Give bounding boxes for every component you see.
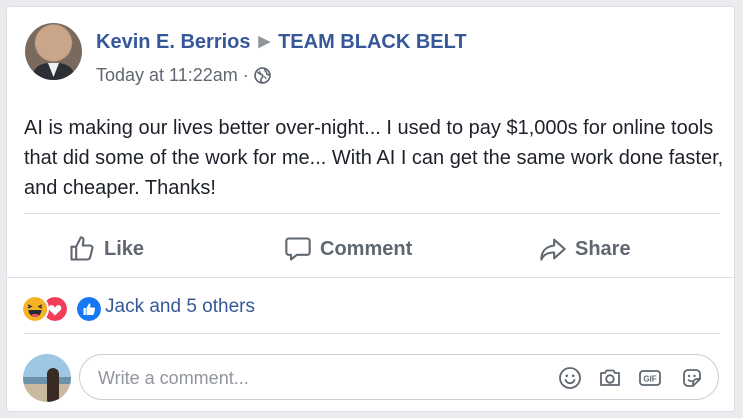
- post-timestamp[interactable]: Today at 11:22am: [96, 65, 238, 85]
- author-name[interactable]: Kevin E. Berrios: [96, 31, 251, 53]
- post-actions: Like Comment Share: [24, 223, 720, 275]
- comment-input[interactable]: [96, 365, 540, 391]
- camera-icon[interactable]: [598, 366, 622, 390]
- reaction-icons[interactable]: [21, 295, 103, 323]
- comment-label: Comment: [320, 237, 413, 260]
- like-button[interactable]: Like: [68, 231, 144, 267]
- thumbs-up-icon: [70, 236, 94, 261]
- reactions-bar: Jack and 5 others: [7, 277, 734, 334]
- speech-bubble-icon: [285, 237, 311, 261]
- sticker-icon[interactable]: [680, 366, 704, 390]
- share-arrow-icon: [540, 238, 566, 261]
- haha-icon: [21, 295, 49, 323]
- post-header: Kevin E. Berrios ▶ TEAM BLACK BELT: [96, 31, 467, 54]
- arrow-right-icon: ▶: [258, 33, 271, 50]
- share-label: Share: [575, 237, 631, 260]
- meta-separator: ·: [242, 65, 249, 85]
- gif-icon[interactable]: GIF: [638, 366, 662, 390]
- reactions-summary[interactable]: Jack and 5 others: [105, 296, 255, 318]
- author-avatar[interactable]: [25, 23, 82, 80]
- comment-button[interactable]: Comment: [284, 231, 412, 267]
- avatar-figure: [47, 368, 59, 402]
- viewer-avatar[interactable]: [23, 354, 71, 402]
- share-button[interactable]: Share: [539, 231, 631, 267]
- group-name[interactable]: TEAM BLACK BELT: [278, 31, 467, 53]
- comment-input-wrapper: GIF: [79, 354, 719, 400]
- svg-text:GIF: GIF: [643, 375, 656, 384]
- emoji-icon[interactable]: [558, 366, 582, 390]
- globe-icon[interactable]: [253, 67, 271, 84]
- post-body: AI is making our lives better over-night…: [24, 117, 724, 199]
- comment-composer: GIF: [7, 334, 734, 410]
- divider: [24, 213, 720, 214]
- like-label: Like: [104, 237, 145, 260]
- like-icon: [75, 295, 103, 323]
- post-card: Kevin E. Berrios ▶ TEAM BLACK BELT Today a…: [6, 6, 735, 412]
- post-meta: Today at 11:22am ·: [96, 65, 271, 86]
